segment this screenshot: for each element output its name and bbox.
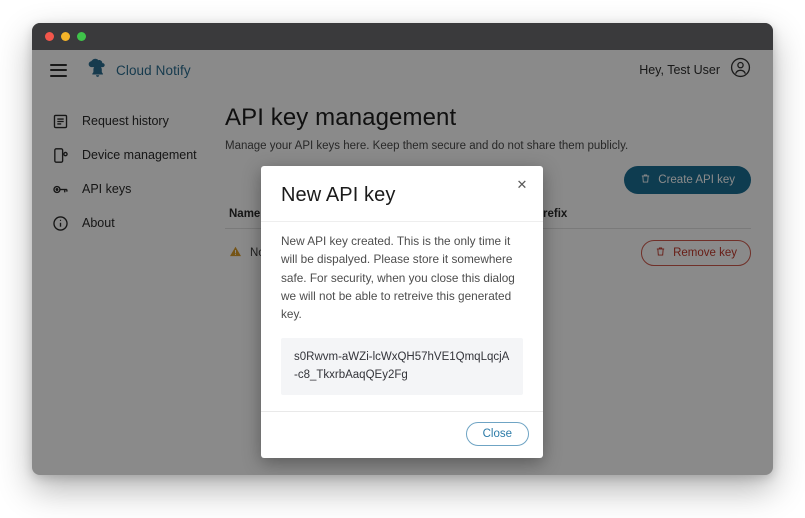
window-titlebar xyxy=(32,23,773,50)
dialog-body: New API key created. This is the only ti… xyxy=(261,221,543,411)
app-viewport: Cloud Notify Hey, Test User Request hist… xyxy=(32,50,773,475)
dialog-close-button[interactable]: Close xyxy=(465,421,529,446)
screenshot-root: Cloud Notify Hey, Test User Request hist… xyxy=(0,0,805,518)
dialog-title: New API key xyxy=(281,184,396,206)
close-x-icon[interactable]: ✕ xyxy=(514,177,530,193)
dialog-header: New API key ✕ xyxy=(261,166,543,221)
new-api-key-dialog: New API key ✕ New API key created. This … xyxy=(261,166,543,458)
dialog-footer: Close xyxy=(261,410,543,458)
window-minimize-button[interactable] xyxy=(61,32,70,41)
window-maximize-button[interactable] xyxy=(77,32,86,41)
browser-window: Cloud Notify Hey, Test User Request hist… xyxy=(32,23,773,475)
api-key-value[interactable]: s0Rwvm-aWZi-lcWxQH57hVE1QmqLqcjA-c8_Tkxr… xyxy=(281,338,523,395)
dialog-description: New API key created. This is the only ti… xyxy=(281,234,515,322)
window-close-button[interactable] xyxy=(45,32,54,41)
